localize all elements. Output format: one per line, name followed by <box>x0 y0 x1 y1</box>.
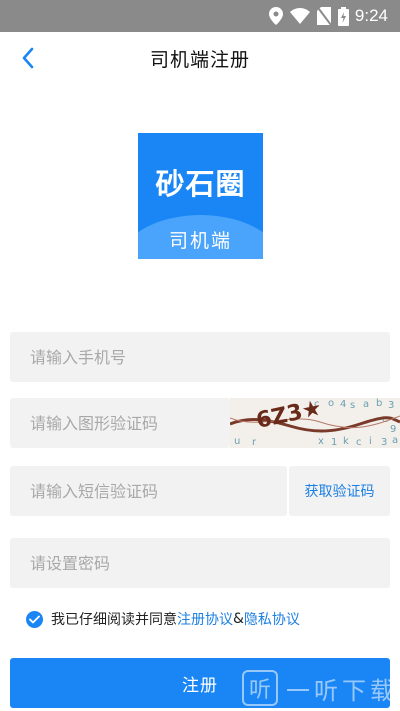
register-agreement-link[interactable]: 注册协议 <box>177 609 233 629</box>
back-button[interactable] <box>14 44 42 72</box>
logo-sub-text: 司机端 <box>168 230 232 252</box>
logo-main-text: 砂石圈 <box>155 167 246 201</box>
status-bar: 9:24 <box>0 0 400 32</box>
app-logo: 砂石圈 司机端 <box>138 133 263 259</box>
svg-text:4: 4 <box>340 399 346 410</box>
location-icon <box>268 7 283 25</box>
captcha-image[interactable]: co4 sab 3x1 kci 3ae 9ur 6Z3★ <box>230 398 400 448</box>
no-sim-icon <box>316 7 331 25</box>
svg-text:i: i <box>369 436 372 447</box>
svg-text:o: o <box>328 398 334 409</box>
captcha-input[interactable] <box>10 398 230 448</box>
agreement-row: 我已仔细阅读并同意 注册协议 & 隐私协议 <box>26 608 300 630</box>
svg-text:k: k <box>343 436 349 447</box>
svg-text:3: 3 <box>381 437 387 448</box>
watermark-text: 一听下载 <box>286 676 398 705</box>
nav-bar: 司机端注册 <box>0 32 400 84</box>
get-code-button[interactable]: 获取验证码 <box>289 466 390 516</box>
privacy-policy-link[interactable]: 隐私协议 <box>244 609 300 629</box>
watermark-icon: 听 <box>242 670 278 706</box>
sms-code-field <box>10 466 287 516</box>
agreement-separator: & <box>233 611 244 627</box>
svg-text:e: e <box>382 414 388 425</box>
battery-charging-icon <box>337 6 349 26</box>
password-input[interactable] <box>10 538 390 588</box>
chevron-left-icon <box>22 47 34 69</box>
phone-field <box>10 332 390 382</box>
password-field <box>10 538 390 588</box>
status-icons <box>268 6 349 26</box>
captcha-text: 6Z3★ <box>254 398 324 434</box>
svg-text:c: c <box>356 437 362 448</box>
svg-text:s: s <box>350 400 355 411</box>
agreement-text: 我已仔细阅读并同意 <box>51 612 177 628</box>
svg-text:1: 1 <box>331 437 337 448</box>
svg-text:r: r <box>252 437 257 448</box>
wifi-icon <box>289 8 310 24</box>
svg-text:9: 9 <box>390 424 396 435</box>
svg-text:3: 3 <box>388 400 394 411</box>
agree-checkbox[interactable] <box>26 610 43 628</box>
sms-code-input[interactable] <box>10 466 287 516</box>
svg-text:u: u <box>234 436 240 447</box>
captcha-field <box>10 398 230 448</box>
svg-text:a: a <box>392 435 398 446</box>
svg-text:x: x <box>318 436 324 447</box>
watermark: 听 一听下载 <box>242 670 398 706</box>
svg-text:b: b <box>376 398 382 409</box>
phone-input[interactable] <box>10 332 390 382</box>
page-title: 司机端注册 <box>149 48 250 71</box>
captcha-graphic: co4 sab 3x 1 kci 3 ae 9u r 6Z3★ <box>230 398 400 448</box>
status-time: 9:24 <box>354 6 388 25</box>
check-icon <box>29 615 40 623</box>
svg-text:a: a <box>363 399 369 410</box>
